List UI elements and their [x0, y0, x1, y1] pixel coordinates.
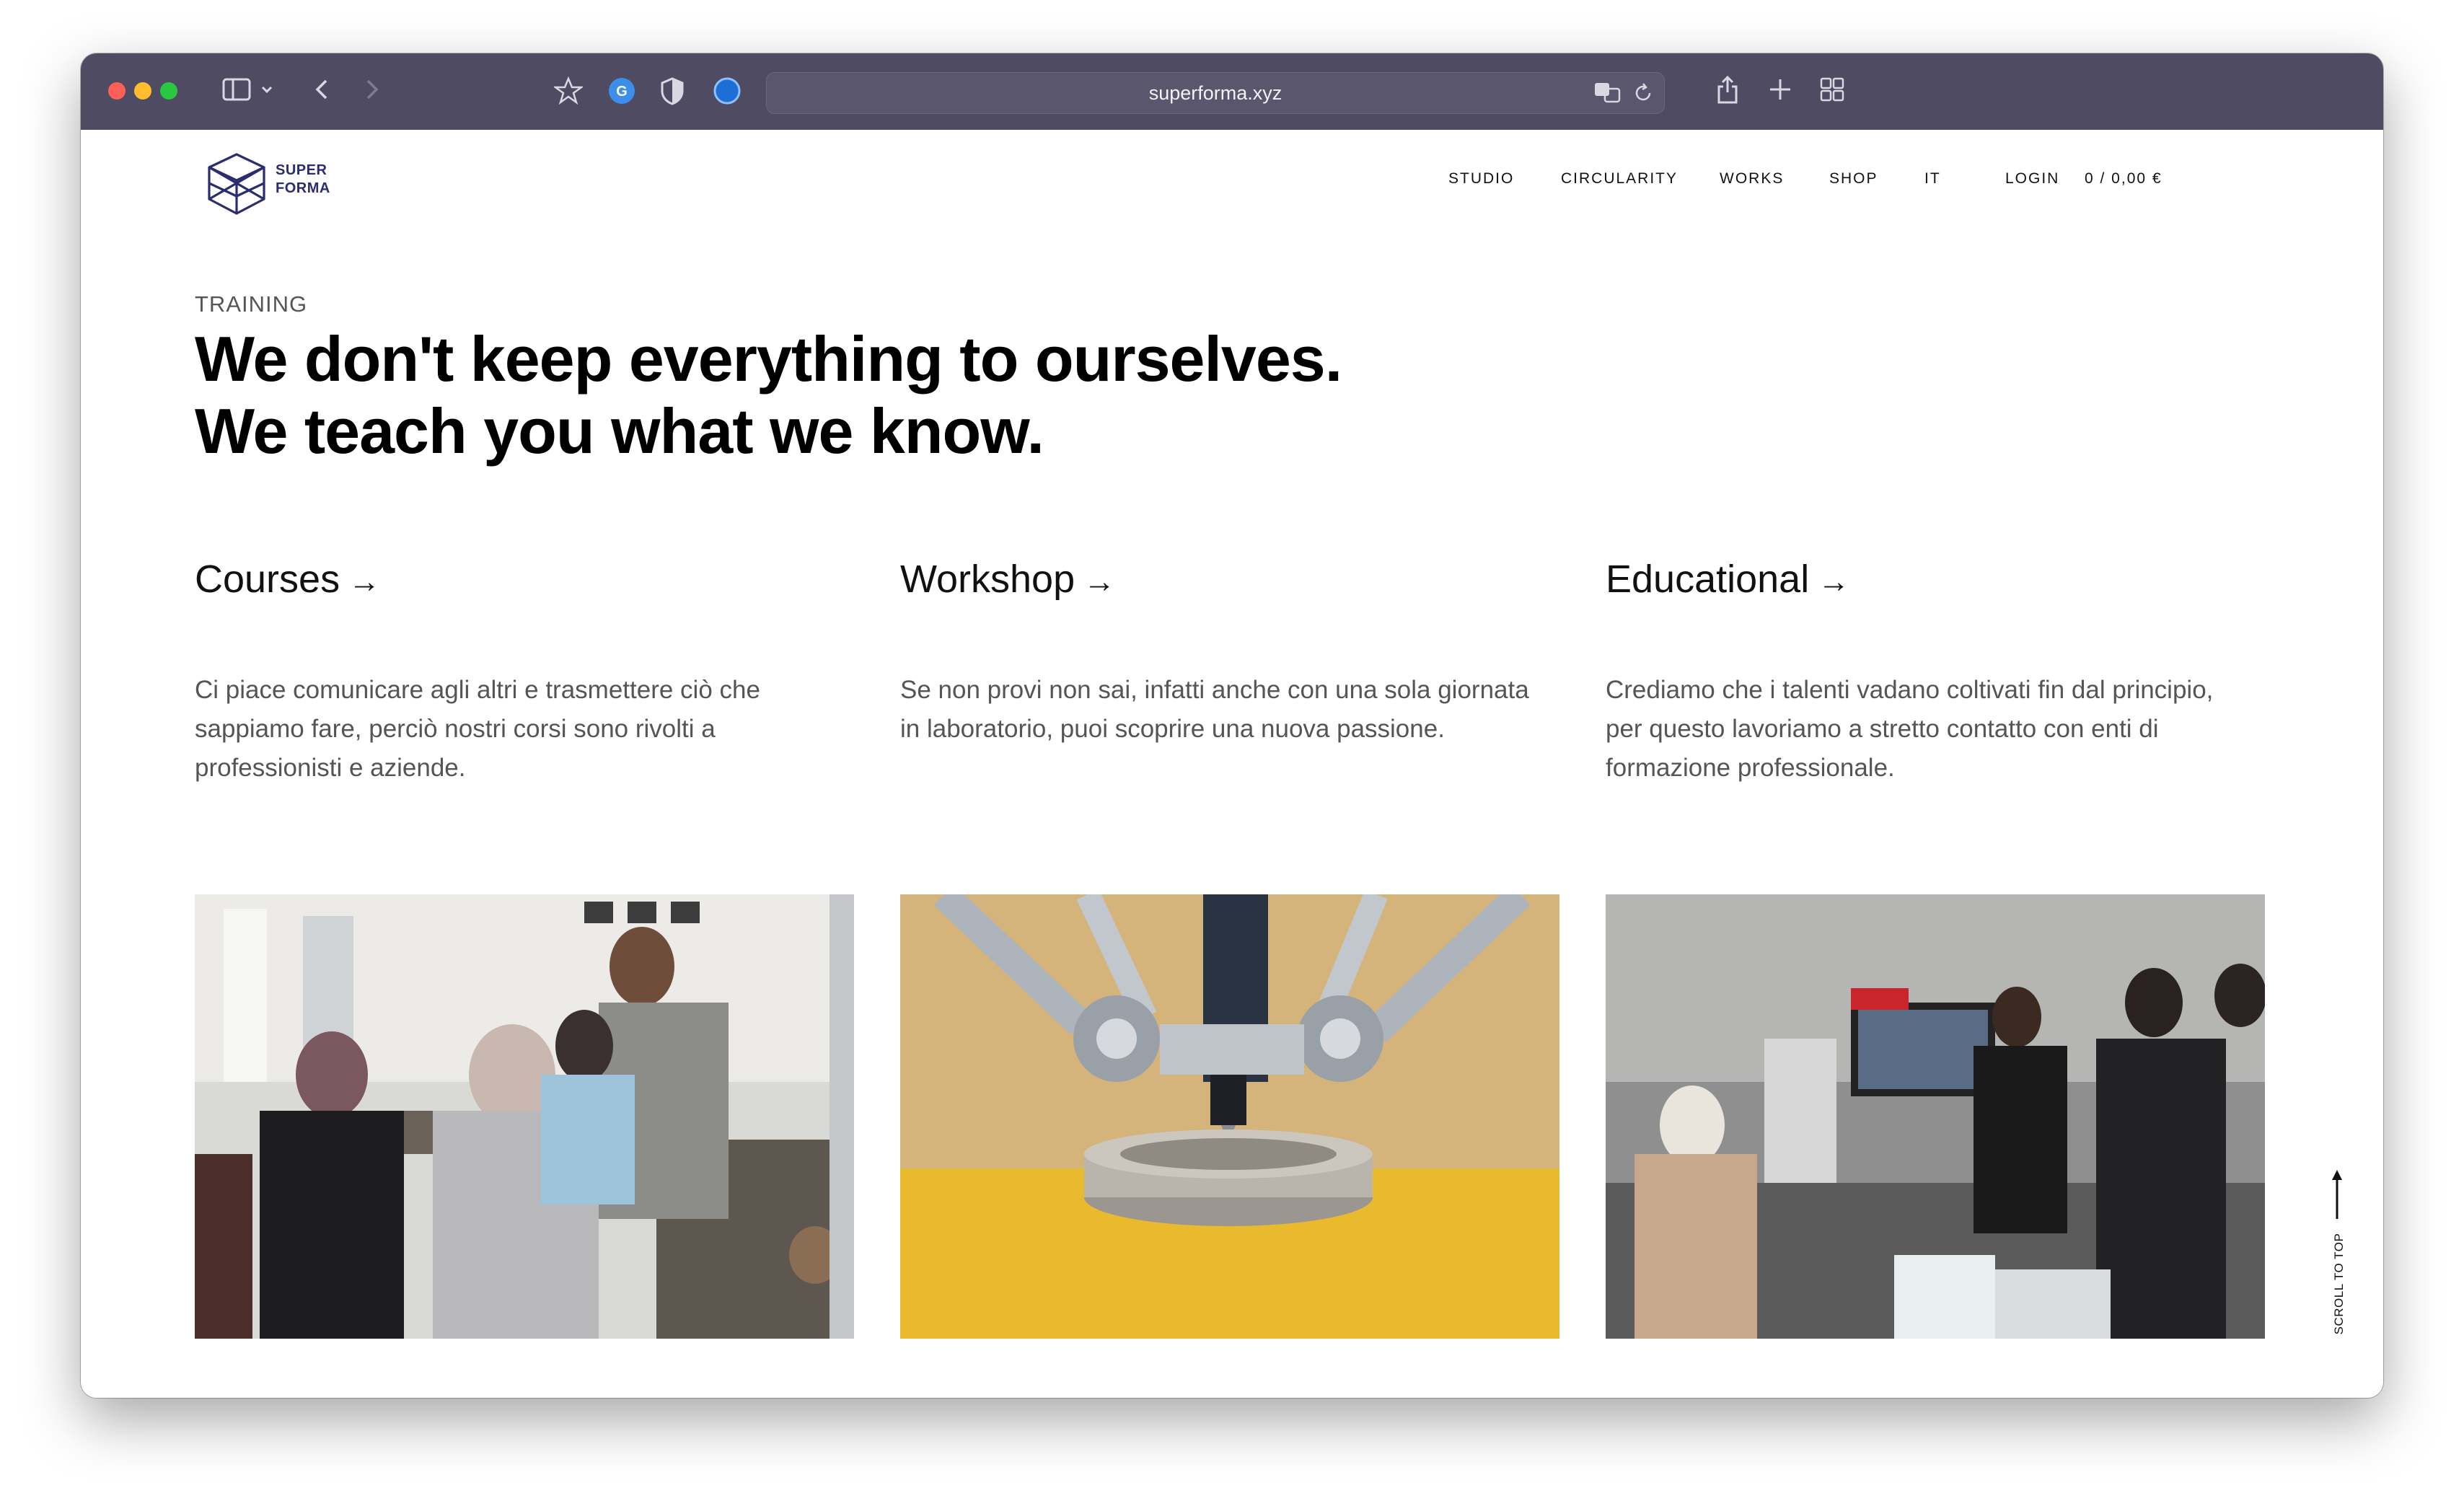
- minimize-window-button[interactable]: [134, 82, 151, 100]
- section-eyebrow: TRAINING: [195, 291, 308, 317]
- new-tab-icon[interactable]: [1767, 76, 1793, 102]
- nav-works[interactable]: WORKS: [1720, 170, 1784, 188]
- arrow-right-icon: →: [1818, 564, 1850, 599]
- workshop-photo[interactable]: [900, 894, 1559, 1339]
- logo-line-forma: FORMA: [276, 180, 330, 196]
- reload-icon[interactable]: [1632, 82, 1654, 108]
- browser-window: G superforma.xyz SUPER FORMA STUDIO CIRC…: [81, 53, 2383, 1398]
- extension-icon[interactable]: G: [607, 76, 636, 105]
- web-page: SUPER FORMA STUDIO CIRCULARITY WORKS SHO…: [81, 130, 2383, 1398]
- tab-overview-icon[interactable]: [1819, 76, 1845, 102]
- scroll-to-top-button[interactable]: SCROLL TO TOP: [2323, 1168, 2351, 1346]
- bookmark-star-icon[interactable]: [554, 76, 583, 105]
- courses-description: Ci piace comunicare agli altri e trasmet…: [195, 676, 760, 782]
- workshop-title: Workshop: [900, 558, 1075, 601]
- logo-line-super: SUPER: [276, 162, 327, 178]
- url-text: superforma.xyz: [1148, 82, 1282, 104]
- privacy-shield-icon[interactable]: [659, 76, 685, 105]
- workshop-description: Se non provi non sai, infatti anche con …: [900, 676, 1529, 743]
- courses-link[interactable]: Courses →: [195, 557, 380, 602]
- share-icon[interactable]: [1715, 74, 1740, 105]
- nav-login[interactable]: LOGIN: [2005, 170, 2059, 188]
- arrow-right-icon: →: [348, 564, 381, 599]
- logo-wordmark[interactable]: SUPER FORMA: [276, 162, 330, 198]
- courses-photo[interactable]: [195, 894, 854, 1339]
- browser-toolbar: G superforma.xyz: [81, 53, 2383, 131]
- nav-language-it[interactable]: IT: [1924, 170, 1941, 188]
- scroll-to-top-label: SCROLL TO TOP: [2332, 1233, 2346, 1335]
- nav-studio[interactable]: STUDIO: [1448, 170, 1514, 188]
- sidebar-toggle-icon[interactable]: [222, 76, 251, 102]
- workshop-link[interactable]: Workshop →: [900, 557, 1115, 602]
- courses-title: Courses: [195, 558, 340, 601]
- superforma-logo[interactable]: [206, 151, 267, 220]
- educational-description: Crediamo che i talenti vadano coltivati …: [1606, 676, 2214, 782]
- nav-shop[interactable]: SHOP: [1829, 170, 1878, 188]
- close-window-button[interactable]: [108, 82, 126, 100]
- nav-circularity[interactable]: CIRCULARITY: [1561, 170, 1678, 188]
- address-bar[interactable]: superforma.xyz: [766, 72, 1665, 114]
- translate-icon[interactable]: [1593, 80, 1622, 110]
- forward-icon[interactable]: [362, 76, 381, 102]
- educational-title: Educational: [1606, 558, 1810, 601]
- nav-cart[interactable]: 0 / 0,00 €: [2085, 170, 2162, 188]
- vpn-extension-icon[interactable]: [713, 76, 742, 105]
- chevron-down-icon[interactable]: [260, 76, 274, 102]
- back-icon[interactable]: [313, 76, 332, 102]
- educational-photo[interactable]: [1606, 894, 2265, 1339]
- svg-text:G: G: [616, 84, 628, 100]
- educational-link[interactable]: Educational →: [1606, 557, 1849, 602]
- headline-line-1: We don't keep everything to ourselves.: [195, 323, 1342, 395]
- arrow-right-icon: →: [1083, 564, 1116, 599]
- page-headline: We don't keep everything to ourselves. W…: [195, 323, 1342, 467]
- headline-line-2: We teach you what we know.: [195, 395, 1044, 467]
- zoom-window-button[interactable]: [160, 82, 177, 100]
